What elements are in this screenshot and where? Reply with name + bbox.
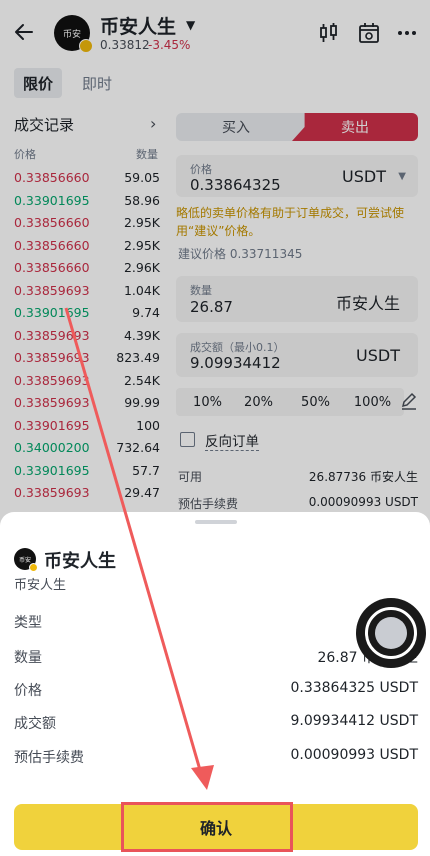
sheet-row-value: 0.33864325 USDT bbox=[290, 680, 418, 696]
sheet-row-quantity: 数量 26.87 币安人生 bbox=[14, 647, 418, 667]
sheet-title: 币安人生 bbox=[44, 551, 116, 572]
sheet-row-value: 0.00090993 USDT bbox=[290, 747, 418, 763]
sheet-row-label: 类型 bbox=[14, 615, 42, 631]
sheet-row-price: 价格 0.33864325 USDT bbox=[14, 680, 418, 700]
sheet-row-label: 价格 bbox=[14, 683, 42, 699]
sheet-row-amount: 成交额 9.09934412 USDT bbox=[14, 713, 418, 733]
sheet-coin-avatar: 币安 bbox=[14, 548, 38, 572]
confirm-sheet: 币安 币安人生 币安人生 类型 限价 数量 26.87 币安人生 价格 0.33… bbox=[0, 512, 430, 856]
sheet-avatar-text: 币安 bbox=[18, 556, 31, 564]
sheet-handle[interactable] bbox=[195, 520, 237, 524]
sheet-row-fee: 预估手续费 0.00090993 USDT bbox=[14, 747, 418, 767]
sheet-row-label: 数量 bbox=[14, 650, 42, 666]
sheet-coin-badge-icon bbox=[29, 563, 38, 572]
sheet-subtitle: 币安人生 bbox=[14, 578, 67, 593]
highlight-frame bbox=[121, 802, 293, 852]
sheet-row-value: 9.09934412 USDT bbox=[290, 713, 418, 729]
sheet-row-label: 成交额 bbox=[14, 716, 56, 732]
assistive-touch-button[interactable] bbox=[356, 598, 426, 668]
sheet-row-label: 预估手续费 bbox=[14, 750, 84, 766]
assistive-ring-icon bbox=[365, 607, 417, 659]
